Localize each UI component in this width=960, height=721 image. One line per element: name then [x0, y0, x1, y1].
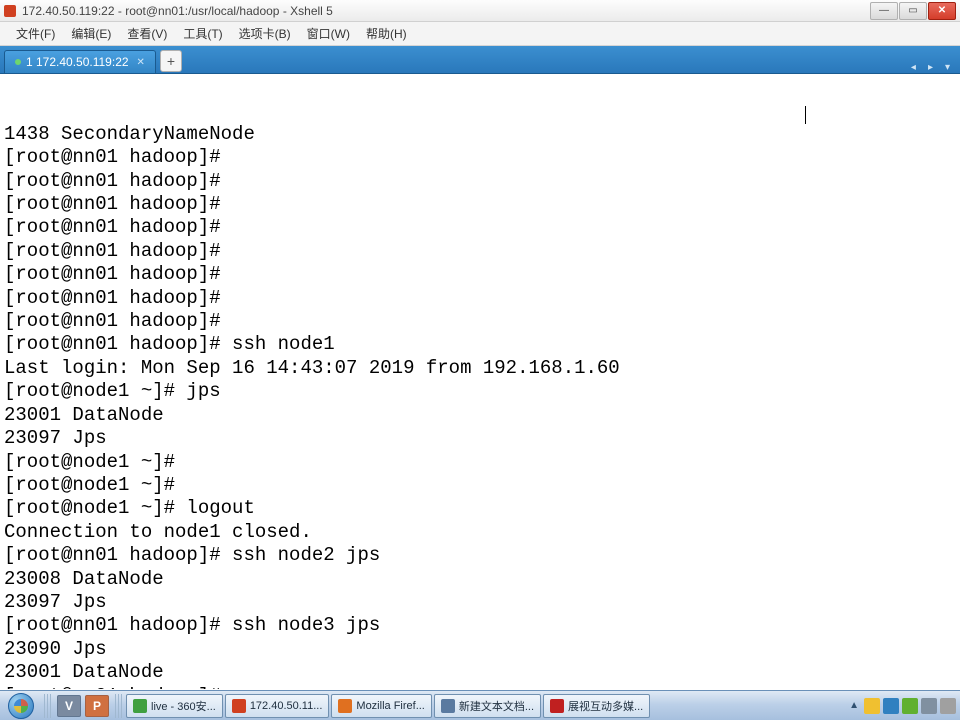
- terminal-line: Last login: Mon Sep 16 14:43:07 2019 fro…: [4, 357, 956, 380]
- taskbar-tasks-area: live - 360安... 172.40.50.11... Mozilla Fir…: [124, 694, 652, 718]
- menu-edit[interactable]: 编辑(E): [63, 22, 119, 45]
- terminal-line: [root@nn01 hadoop]#: [4, 146, 956, 169]
- terminal-line: [root@nn01 hadoop]#: [4, 216, 956, 239]
- tray-overflow-icon[interactable]: ▲: [847, 700, 861, 711]
- maximize-button[interactable]: ▭: [899, 2, 927, 20]
- terminal-line: [root@nn01 hadoop]# ssh node1: [4, 333, 956, 356]
- terminal-line: 23097 Jps: [4, 427, 956, 450]
- close-button[interactable]: ✕: [928, 2, 956, 20]
- terminal-line: [root@node1 ~]# jps: [4, 380, 956, 403]
- terminal-line: 1438 SecondaryNameNode: [4, 123, 956, 146]
- pinned-vnc[interactable]: V: [57, 695, 81, 717]
- terminal-line: 23097 Jps: [4, 591, 956, 614]
- tab-dropdown-icon[interactable]: ▾: [939, 62, 956, 73]
- window-title: 172.40.50.119:22 - root@nn01:/usr/local/…: [22, 4, 869, 18]
- terminal-output: 1438 SecondaryNameNode[root@nn01 hadoop]…: [4, 123, 956, 689]
- terminal-line: [root@nn01 hadoop]#: [4, 287, 956, 310]
- taskbar-separator: [44, 694, 51, 718]
- terminal-line: [root@node1 ~]#: [4, 474, 956, 497]
- menu-bar: 文件(F) 编辑(E) 查看(V) 工具(T) 选项卡(B) 窗口(W) 帮助(…: [0, 22, 960, 46]
- connection-status-icon: [15, 59, 21, 65]
- menu-file[interactable]: 文件(F): [8, 22, 63, 45]
- task-icon: [232, 699, 246, 713]
- menu-window[interactable]: 窗口(W): [299, 22, 358, 45]
- task-icon: [550, 699, 564, 713]
- terminal-line: [root@nn01 hadoop]#: [4, 310, 956, 333]
- terminal-pane[interactable]: 1438 SecondaryNameNode[root@nn01 hadoop]…: [0, 74, 960, 689]
- tray-volume-icon[interactable]: [940, 698, 956, 714]
- tab-strip: 1 172.40.50.119:22 ✕ + ◂ ▸ ▾: [0, 46, 960, 74]
- os-taskbar: VP live - 360安... 172.40.50.11... Mozilla …: [0, 690, 960, 720]
- taskbar-separator: [115, 694, 122, 718]
- terminal-line: [root@nn01 hadoop]# ssh node2 jps: [4, 544, 956, 567]
- tray-network-icon[interactable]: [921, 698, 937, 714]
- system-tray: ▲: [843, 698, 960, 714]
- task-browser-live[interactable]: live - 360安...: [126, 694, 223, 718]
- terminal-line: [root@nn01 hadoop]#: [4, 685, 956, 689]
- task-icon: [338, 699, 352, 713]
- terminal-line: 23001 DataNode: [4, 404, 956, 427]
- windows-orb-icon: [8, 693, 34, 719]
- task-label: 172.40.50.11...: [250, 700, 323, 712]
- menu-help[interactable]: 帮助(H): [358, 22, 415, 45]
- tray-security-icon[interactable]: [864, 698, 880, 714]
- task-icon: [133, 699, 147, 713]
- tab-label: 1 172.40.50.119:22: [26, 55, 129, 69]
- task-xshell-session[interactable]: 172.40.50.11...: [225, 694, 330, 718]
- task-label: live - 360安...: [151, 698, 216, 714]
- new-tab-button[interactable]: +: [160, 50, 182, 72]
- pinned-powerpoint[interactable]: P: [85, 695, 109, 717]
- start-button[interactable]: [0, 691, 42, 721]
- task-media[interactable]: 展视互动多媒...: [543, 694, 650, 718]
- tray-help-icon[interactable]: [883, 698, 899, 714]
- task-firefox[interactable]: Mozilla Firef...: [331, 694, 431, 718]
- menu-tabs[interactable]: 选项卡(B): [231, 22, 299, 45]
- app-icon: [4, 5, 16, 17]
- text-caret-icon: [805, 106, 806, 124]
- terminal-line: [root@nn01 hadoop]#: [4, 263, 956, 286]
- terminal-line: [root@node1 ~]# logout: [4, 497, 956, 520]
- terminal-line: Connection to node1 closed.: [4, 521, 956, 544]
- terminal-line: [root@node1 ~]#: [4, 451, 956, 474]
- terminal-line: 23001 DataNode: [4, 661, 956, 684]
- terminal-line: [root@nn01 hadoop]# ssh node3 jps: [4, 614, 956, 637]
- session-tab[interactable]: 1 172.40.50.119:22 ✕: [4, 50, 156, 73]
- window-controls: — ▭ ✕: [869, 2, 956, 20]
- tab-close-icon[interactable]: ✕: [137, 57, 145, 68]
- terminal-line: [root@nn01 hadoop]#: [4, 240, 956, 263]
- terminal-line: [root@nn01 hadoop]#: [4, 170, 956, 193]
- terminal-line: 23008 DataNode: [4, 568, 956, 591]
- tray-update-icon[interactable]: [902, 698, 918, 714]
- menu-tools[interactable]: 工具(T): [175, 22, 230, 45]
- terminal-line: [root@nn01 hadoop]#: [4, 193, 956, 216]
- menu-view[interactable]: 查看(V): [119, 22, 175, 45]
- minimize-button[interactable]: —: [870, 2, 898, 20]
- tab-scroll-right-icon[interactable]: ▸: [922, 62, 939, 73]
- task-label: Mozilla Firef...: [356, 700, 424, 712]
- tab-scroll-left-icon[interactable]: ◂: [905, 62, 922, 73]
- taskbar-pinned-area: VP: [53, 695, 113, 717]
- window-title-bar: 172.40.50.119:22 - root@nn01:/usr/local/…: [0, 0, 960, 22]
- terminal-line: 23090 Jps: [4, 638, 956, 661]
- task-notepad[interactable]: 新建文本文档...: [434, 694, 541, 718]
- task-label: 展视互动多媒...: [568, 698, 643, 714]
- task-icon: [441, 699, 455, 713]
- task-label: 新建文本文档...: [459, 698, 534, 714]
